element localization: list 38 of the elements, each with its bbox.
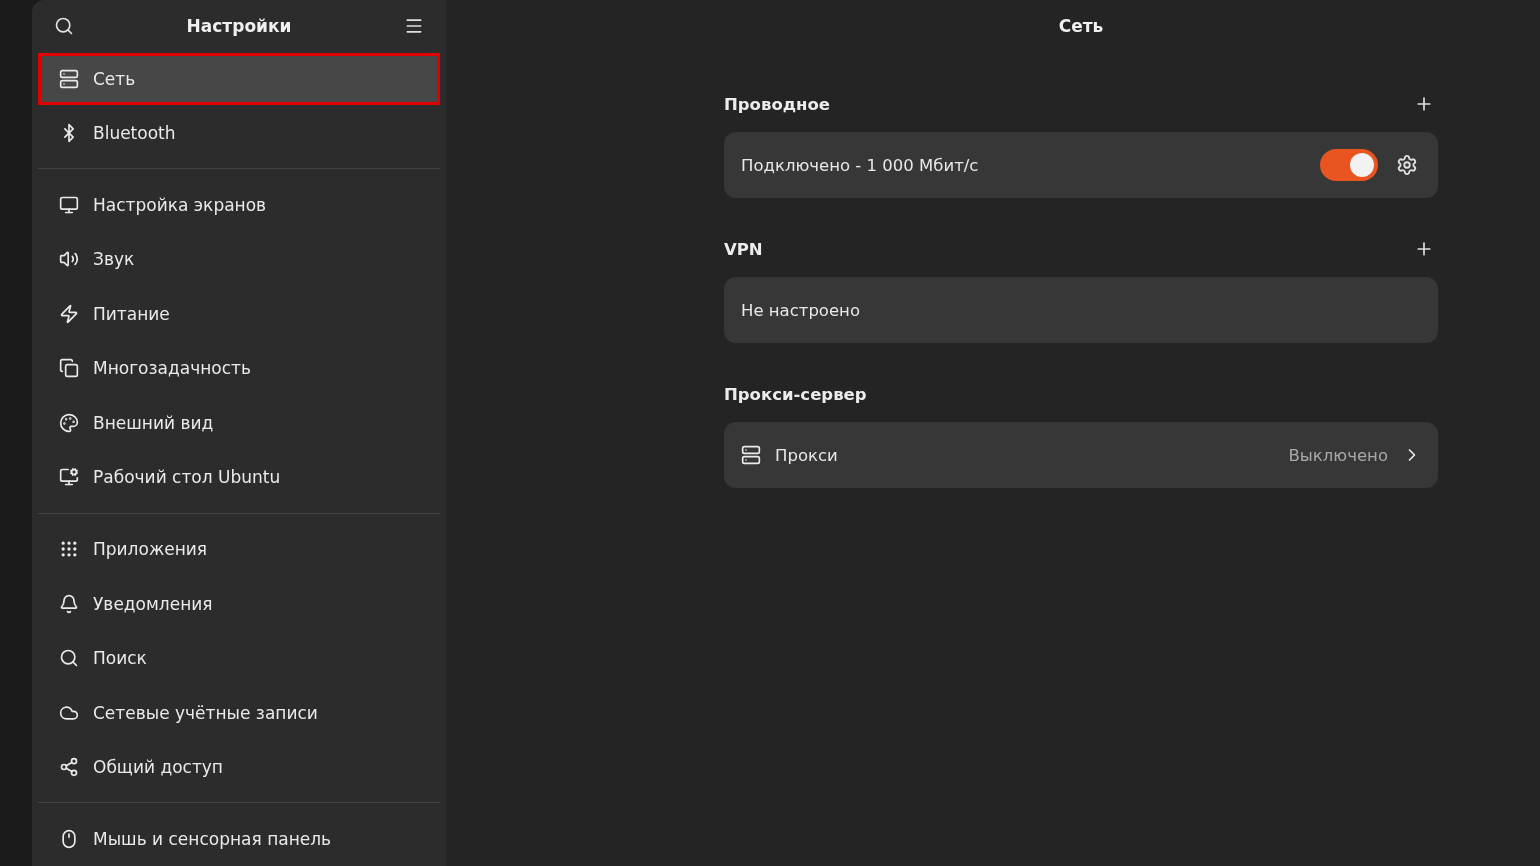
- sidebar-item[interactable]: Настройка экранов: [38, 177, 440, 232]
- sidebar-item[interactable]: Внешний вид: [38, 395, 440, 451]
- section-heading: VPN: [724, 239, 763, 259]
- sidebar-item[interactable]: Многозадачность: [38, 341, 440, 396]
- row-label: Подключено - 1 000 Мбит/с: [741, 155, 980, 175]
- sidebar-item[interactable]: Поиск: [38, 630, 440, 686]
- sidebar-item[interactable]: Общий доступ: [38, 739, 440, 795]
- sidebar-item[interactable]: Сеть: [38, 52, 440, 105]
- mouse-icon: [59, 828, 79, 849]
- row-label: Прокси: [775, 445, 839, 465]
- network-icon: [741, 445, 761, 465]
- section-heading: Прокси-сервер: [724, 384, 867, 404]
- grid-icon: [59, 539, 79, 559]
- speaker-icon: [59, 249, 79, 270]
- search-icon: [59, 648, 79, 669]
- row-value: Выключено: [1288, 445, 1388, 465]
- lightning-icon: [59, 303, 79, 324]
- proxy-row[interactable]: Прокси Выключено: [724, 422, 1438, 488]
- sidebar-item[interactable]: Bluetooth: [38, 105, 440, 161]
- sidebar-item[interactable]: Приложения: [38, 521, 440, 577]
- monitor-gear-icon: [59, 467, 79, 488]
- toggle-switch[interactable]: [1320, 149, 1378, 181]
- palette-icon: [59, 412, 79, 433]
- sidebar-item[interactable]: Сетевые учётные записи: [38, 685, 440, 740]
- row-label: Не настроено: [741, 300, 861, 320]
- share-icon: [59, 757, 79, 778]
- sidebar-item[interactable]: Звук: [38, 232, 440, 287]
- sidebar-item[interactable]: Питание: [38, 286, 440, 342]
- windows-icon: [59, 358, 79, 379]
- monitor-icon: [59, 194, 79, 215]
- sidebar-item[interactable]: Уведомления: [38, 576, 440, 631]
- sidebar-item[interactable]: Мышь и сенсорная панель: [38, 811, 440, 866]
- sidebar-item[interactable]: Рабочий стол Ubuntu: [38, 450, 440, 505]
- section-heading: Проводное: [724, 94, 830, 114]
- bell-icon: [59, 593, 79, 614]
- sidebar-title: Настройки: [186, 15, 292, 36]
- page-title: Сеть: [1058, 16, 1104, 36]
- network-icon: [59, 68, 79, 89]
